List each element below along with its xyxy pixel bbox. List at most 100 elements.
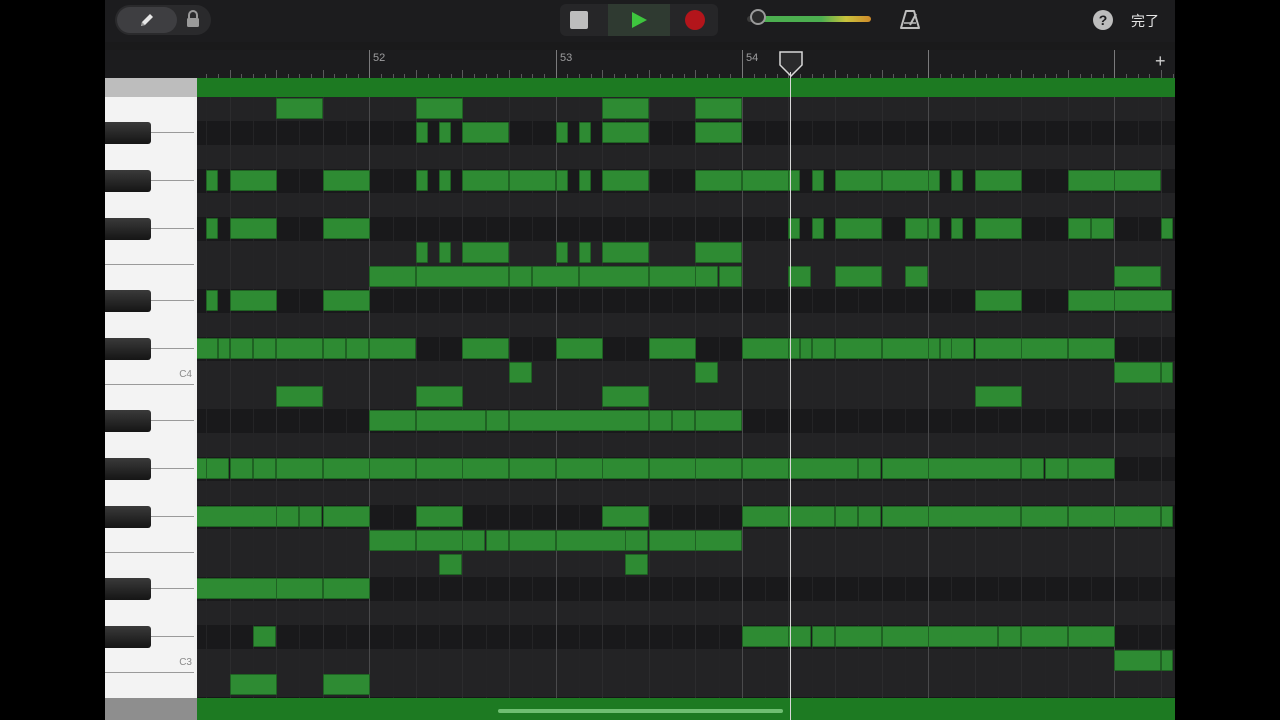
midi-note[interactable] (695, 458, 742, 479)
midi-note[interactable] (835, 218, 882, 239)
midi-note[interactable] (602, 242, 649, 263)
midi-note[interactable] (882, 506, 929, 527)
midi-note[interactable] (253, 458, 276, 479)
midi-note[interactable] (323, 218, 370, 239)
midi-note[interactable] (835, 626, 882, 647)
midi-note[interactable] (509, 266, 532, 287)
midi-note[interactable] (835, 338, 882, 359)
piano-keyboard[interactable]: C4 C3 (105, 97, 197, 698)
midi-note[interactable] (928, 626, 998, 647)
midi-note[interactable] (695, 98, 742, 119)
midi-note[interactable] (1068, 218, 1091, 239)
midi-note[interactable] (742, 170, 789, 191)
midi-note[interactable] (602, 122, 649, 143)
midi-note[interactable] (788, 506, 835, 527)
scroll-indicator[interactable] (498, 709, 783, 713)
midi-note[interactable] (1021, 458, 1044, 479)
note-lane[interactable] (197, 433, 1175, 458)
midi-note[interactable] (276, 578, 323, 599)
midi-note[interactable] (719, 266, 742, 287)
midi-note[interactable] (812, 170, 824, 191)
midi-note[interactable] (812, 626, 835, 647)
midi-note[interactable] (299, 506, 322, 527)
midi-note[interactable] (905, 266, 928, 287)
midi-note[interactable] (369, 530, 416, 551)
midi-note[interactable] (439, 122, 451, 143)
midi-note[interactable] (369, 338, 416, 359)
midi-note[interactable] (230, 674, 277, 695)
midi-note[interactable] (369, 266, 416, 287)
note-lane[interactable] (197, 481, 1175, 506)
midi-note[interactable] (1114, 290, 1172, 311)
midi-note[interactable] (928, 170, 940, 191)
midi-note[interactable] (1021, 506, 1068, 527)
note-lane[interactable] (197, 241, 1175, 266)
midi-note[interactable] (1114, 650, 1161, 671)
midi-note[interactable] (1161, 362, 1173, 383)
black-key[interactable] (105, 218, 151, 240)
midi-note[interactable] (742, 626, 789, 647)
midi-note[interactable] (509, 170, 556, 191)
note-lane[interactable] (197, 193, 1175, 218)
midi-note[interactable] (858, 458, 881, 479)
record-button[interactable] (685, 10, 705, 30)
midi-note[interactable] (462, 170, 509, 191)
region-bar[interactable] (197, 78, 1175, 97)
midi-note[interactable] (206, 458, 229, 479)
midi-note[interactable] (695, 242, 742, 263)
midi-note[interactable] (323, 578, 370, 599)
midi-note[interactable] (486, 530, 509, 551)
midi-note[interactable] (462, 242, 509, 263)
midi-note[interactable] (556, 530, 626, 551)
midi-note[interactable] (416, 410, 486, 431)
midi-note[interactable] (579, 122, 591, 143)
midi-note[interactable] (197, 338, 218, 359)
midi-note[interactable] (1114, 170, 1161, 191)
midi-note[interactable] (695, 170, 742, 191)
black-key[interactable] (105, 410, 151, 432)
midi-note[interactable] (1114, 266, 1161, 287)
midi-note[interactable] (276, 386, 323, 407)
midi-note[interactable] (602, 458, 649, 479)
pencil-button[interactable] (117, 7, 177, 33)
midi-note[interactable] (812, 218, 824, 239)
midi-note[interactable] (1045, 458, 1068, 479)
midi-note[interactable] (858, 506, 881, 527)
midi-note[interactable] (579, 266, 649, 287)
midi-note[interactable] (462, 338, 509, 359)
midi-note[interactable] (416, 266, 509, 287)
midi-note[interactable] (928, 338, 940, 359)
midi-note[interactable] (323, 170, 370, 191)
done-button[interactable]: 完了 (1131, 11, 1159, 31)
midi-note[interactable] (835, 170, 882, 191)
metronome-icon[interactable] (899, 10, 921, 30)
note-lane[interactable] (197, 313, 1175, 338)
midi-note[interactable] (1114, 506, 1161, 527)
midi-note[interactable] (1161, 218, 1173, 239)
midi-note[interactable] (928, 506, 1021, 527)
midi-note[interactable] (416, 506, 463, 527)
lock-icon[interactable] (186, 10, 200, 28)
midi-note[interactable] (695, 362, 718, 383)
midi-note[interactable] (416, 242, 428, 263)
midi-note[interactable] (509, 458, 556, 479)
midi-note[interactable] (625, 530, 648, 551)
midi-note[interactable] (1068, 458, 1115, 479)
midi-note[interactable] (625, 554, 648, 575)
midi-note[interactable] (509, 410, 649, 431)
midi-note[interactable] (695, 530, 742, 551)
midi-note[interactable] (800, 338, 812, 359)
midi-note[interactable] (439, 554, 462, 575)
midi-note[interactable] (462, 530, 485, 551)
midi-note[interactable] (323, 290, 370, 311)
midi-note[interactable] (556, 122, 568, 143)
midi-note[interactable] (206, 218, 218, 239)
note-grid[interactable] (197, 97, 1175, 698)
timeline-ruler[interactable]: 52 53 54 (197, 50, 1175, 78)
midi-note[interactable] (928, 458, 1021, 479)
midi-note[interactable] (1091, 218, 1114, 239)
midi-note[interactable] (323, 674, 370, 695)
midi-note[interactable] (882, 626, 929, 647)
midi-note[interactable] (742, 458, 789, 479)
midi-note[interactable] (276, 506, 299, 527)
